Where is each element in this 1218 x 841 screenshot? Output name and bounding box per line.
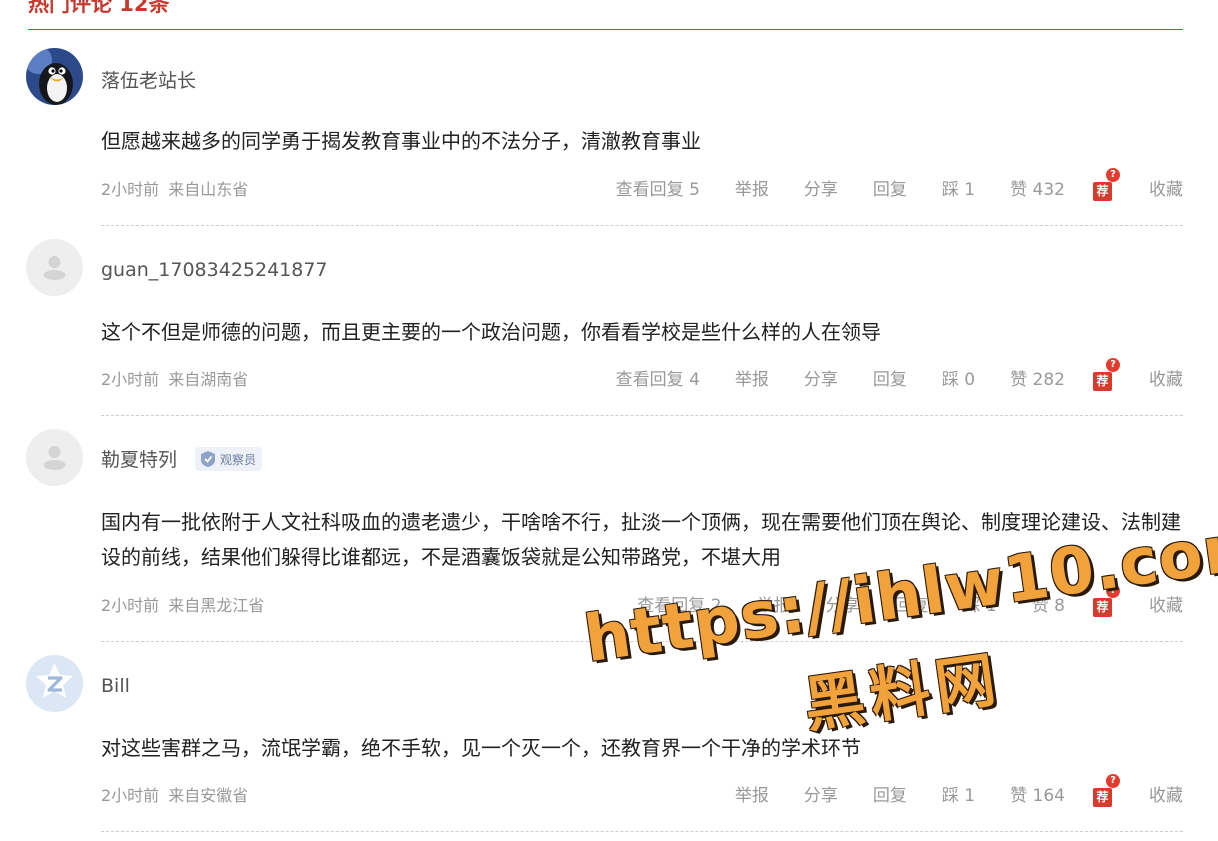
default-avatar[interactable]	[26, 429, 83, 486]
share-button[interactable]: 分享	[804, 179, 838, 201]
comment-time: 2小时前	[101, 786, 160, 805]
comment-divider	[101, 831, 1183, 832]
default-avatar[interactable]	[26, 239, 83, 296]
share-button[interactable]: 分享	[804, 369, 838, 391]
section-title: 热门评论 12条	[28, 0, 170, 16]
username[interactable]: guan_17083425241877	[101, 258, 328, 282]
favorite-button[interactable]: 收藏	[1149, 595, 1183, 617]
comment-location: 来自安徽省	[168, 786, 249, 805]
dislike-button[interactable]: 踩 1	[964, 595, 997, 617]
favorite-button[interactable]: 收藏	[1149, 369, 1183, 391]
like-button[interactable]: 赞 8	[1032, 595, 1065, 617]
comment-time: 2小时前	[101, 370, 160, 389]
shield-icon	[201, 451, 215, 467]
comment-location: 来自湖南省	[168, 370, 249, 389]
view-replies-button[interactable]: 查看回复 4	[616, 369, 700, 391]
comment-location: 来自黑龙江省	[168, 596, 265, 615]
dislike-button[interactable]: 踩 1	[942, 179, 975, 201]
reply-button[interactable]: 回复	[873, 785, 907, 807]
recommend-icon: 荐	[1093, 372, 1112, 391]
observer-badge: 观察员	[195, 447, 263, 471]
reply-button[interactable]: 回复	[895, 595, 929, 617]
report-button[interactable]: 举报	[757, 595, 791, 617]
badge-label: 观察员	[220, 452, 257, 467]
recommend-icon: 荐	[1093, 598, 1112, 617]
comment-actions: 查看回复 5 举报 分享 回复 踩 1 赞 432 荐 ? 收藏	[616, 168, 1183, 201]
comment-divider	[101, 641, 1183, 642]
favorite-button[interactable]: 收藏	[1149, 785, 1183, 807]
favorite-button[interactable]: 收藏	[1149, 179, 1183, 201]
comment-divider	[101, 415, 1183, 416]
help-icon[interactable]: ?	[1106, 358, 1120, 372]
share-button[interactable]: 分享	[804, 785, 838, 807]
report-button[interactable]: 举报	[735, 369, 769, 391]
share-button[interactable]: 分享	[826, 595, 860, 617]
comment-meta: 2小时前 来自黑龙江省	[101, 596, 273, 616]
like-button[interactable]: 赞 432	[1010, 179, 1065, 201]
recommend-button[interactable]: 荐 ?	[1093, 168, 1120, 201]
view-replies-button[interactable]: 查看回复 2	[637, 595, 721, 617]
recommend-icon: 荐	[1093, 182, 1112, 201]
view-replies-button[interactable]: 查看回复 5	[616, 179, 700, 201]
report-button[interactable]: 举报	[735, 179, 769, 201]
user-icon	[26, 239, 83, 296]
comment-time: 2小时前	[101, 180, 160, 199]
comment-meta: 2小时前 来自山东省	[101, 180, 257, 200]
comment-meta: 2小时前 来自湖南省	[101, 370, 257, 390]
like-button[interactable]: 赞 164	[1010, 785, 1065, 807]
comment-actions: 举报 分享 回复 踩 1 赞 164 荐 ? 收藏	[735, 774, 1183, 807]
comment-text: 国内有一批依附于人文社科吸血的遗老遗少，干啥啥不行，扯淡一个顶俩，现在需要他们顶…	[101, 510, 1181, 569]
comment-text: 这个不但是师德的问题，而且更主要的一个政治问题，你看看学校是些什么样的人在领导	[101, 320, 881, 344]
recommend-icon: 荐	[1093, 788, 1112, 807]
comment-text: 对这些害群之马，流氓学霸，绝不手软，见一个灭一个，还教育界一个干净的学术环节	[101, 736, 861, 760]
watermark-name: 黑料网	[799, 644, 1006, 742]
dislike-button[interactable]: 踩 1	[942, 785, 975, 807]
help-icon[interactable]: ?	[1106, 584, 1120, 598]
username[interactable]: 落伍老站长	[101, 69, 196, 93]
comment-text: 但愿越来越多的同学勇于揭发教育事业中的不法分子，清澈教育事业	[101, 129, 701, 153]
comment-location: 来自山东省	[168, 180, 249, 199]
recommend-button[interactable]: 荐 ?	[1093, 584, 1120, 617]
like-button[interactable]: 赞 282	[1010, 369, 1065, 391]
penguin-icon	[26, 48, 83, 105]
help-icon[interactable]: ?	[1106, 774, 1120, 788]
z-logo-icon	[26, 655, 83, 712]
reply-button[interactable]: 回复	[873, 179, 907, 201]
z-logo-avatar[interactable]	[26, 655, 83, 712]
username[interactable]: Bill	[101, 674, 130, 698]
title-rule	[28, 29, 1183, 30]
reply-button[interactable]: 回复	[873, 369, 907, 391]
comment-actions: 查看回复 2 举报 分享 回复 踩 1 赞 8 荐 ? 收藏	[637, 584, 1183, 617]
comment-time: 2小时前	[101, 596, 160, 615]
comment-actions: 查看回复 4 举报 分享 回复 踩 0 赞 282 荐 ? 收藏	[616, 358, 1183, 391]
username[interactable]: 勒夏特列	[101, 448, 177, 472]
recommend-button[interactable]: 荐 ?	[1093, 358, 1120, 391]
penguin-avatar[interactable]	[26, 48, 83, 105]
comment-meta: 2小时前 来自安徽省	[101, 786, 257, 806]
dislike-button[interactable]: 踩 0	[942, 369, 975, 391]
recommend-button[interactable]: 荐 ?	[1093, 774, 1120, 807]
user-icon	[26, 429, 83, 486]
comment-divider	[101, 225, 1183, 226]
help-icon[interactable]: ?	[1106, 168, 1120, 182]
report-button[interactable]: 举报	[735, 785, 769, 807]
